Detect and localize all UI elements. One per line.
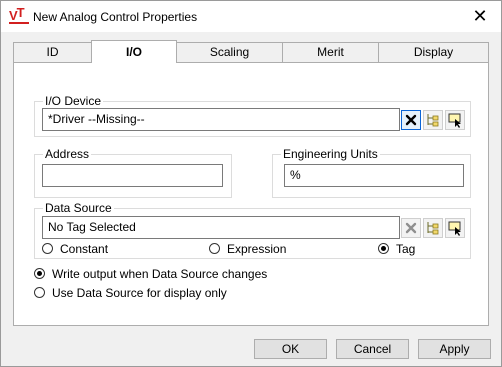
tab-scaling[interactable]: Scaling bbox=[176, 42, 283, 62]
engineering-units-label: Engineering Units bbox=[281, 147, 380, 161]
tree-icon bbox=[427, 114, 439, 127]
tab-strip: ID I/O Scaling Merit Display bbox=[13, 40, 489, 63]
radio-write-output-label: Write output when Data Source changes bbox=[52, 267, 268, 281]
select-data-source-tag-button[interactable] bbox=[445, 218, 465, 238]
radio-circle bbox=[34, 287, 45, 298]
address-field[interactable] bbox=[42, 164, 223, 187]
tree-icon bbox=[427, 222, 439, 235]
tab-id[interactable]: ID bbox=[13, 42, 92, 62]
radio-expression-label: Expression bbox=[227, 242, 287, 256]
radio-circle bbox=[209, 243, 220, 254]
radio-tag-label: Tag bbox=[396, 242, 416, 256]
ok-button[interactable]: OK bbox=[254, 339, 327, 359]
radio-display-only-label: Use Data Source for display only bbox=[52, 286, 227, 300]
app-logo-icon: VT bbox=[9, 5, 29, 24]
radio-constant-label: Constant bbox=[60, 242, 109, 256]
tab-io[interactable]: I/O bbox=[91, 40, 177, 63]
window-title: New Analog Control Properties bbox=[33, 10, 198, 24]
io-device-field[interactable]: *Driver --Missing-- bbox=[42, 108, 400, 131]
engineering-units-field[interactable]: % bbox=[284, 164, 464, 187]
radio-circle bbox=[42, 243, 53, 254]
apply-button[interactable]: Apply bbox=[418, 339, 491, 359]
close-icon[interactable]: ✕ bbox=[465, 3, 495, 29]
clear-icon bbox=[405, 222, 417, 234]
radio-circle-selected bbox=[34, 268, 45, 279]
clear-icon bbox=[405, 114, 417, 126]
dialog-window: VT New Analog Control Properties ✕ ID I/… bbox=[0, 0, 502, 367]
clear-device-button[interactable] bbox=[401, 110, 421, 130]
tab-display[interactable]: Display bbox=[378, 42, 489, 62]
address-label: Address bbox=[43, 147, 92, 161]
pick-tag-icon bbox=[448, 221, 461, 236]
data-source-field[interactable]: No Tag Selected bbox=[42, 216, 400, 239]
clear-data-source-button[interactable] bbox=[401, 218, 421, 238]
io-device-label: I/O Device bbox=[43, 94, 104, 108]
tab-merit[interactable]: Merit bbox=[282, 42, 379, 62]
data-source-label: Data Source bbox=[43, 201, 114, 215]
select-tag-button[interactable] bbox=[445, 110, 465, 130]
pick-tag-icon bbox=[448, 113, 461, 128]
io-tab-panel: I/O Device *Driver --Missing-- Address E… bbox=[13, 62, 489, 326]
radio-circle-selected bbox=[378, 243, 389, 254]
browse-data-source-tree-button[interactable] bbox=[423, 218, 443, 238]
cancel-button[interactable]: Cancel bbox=[336, 339, 409, 359]
title-bar[interactable]: VT New Analog Control Properties ✕ bbox=[1, 1, 501, 32]
browse-tree-button[interactable] bbox=[423, 110, 443, 130]
